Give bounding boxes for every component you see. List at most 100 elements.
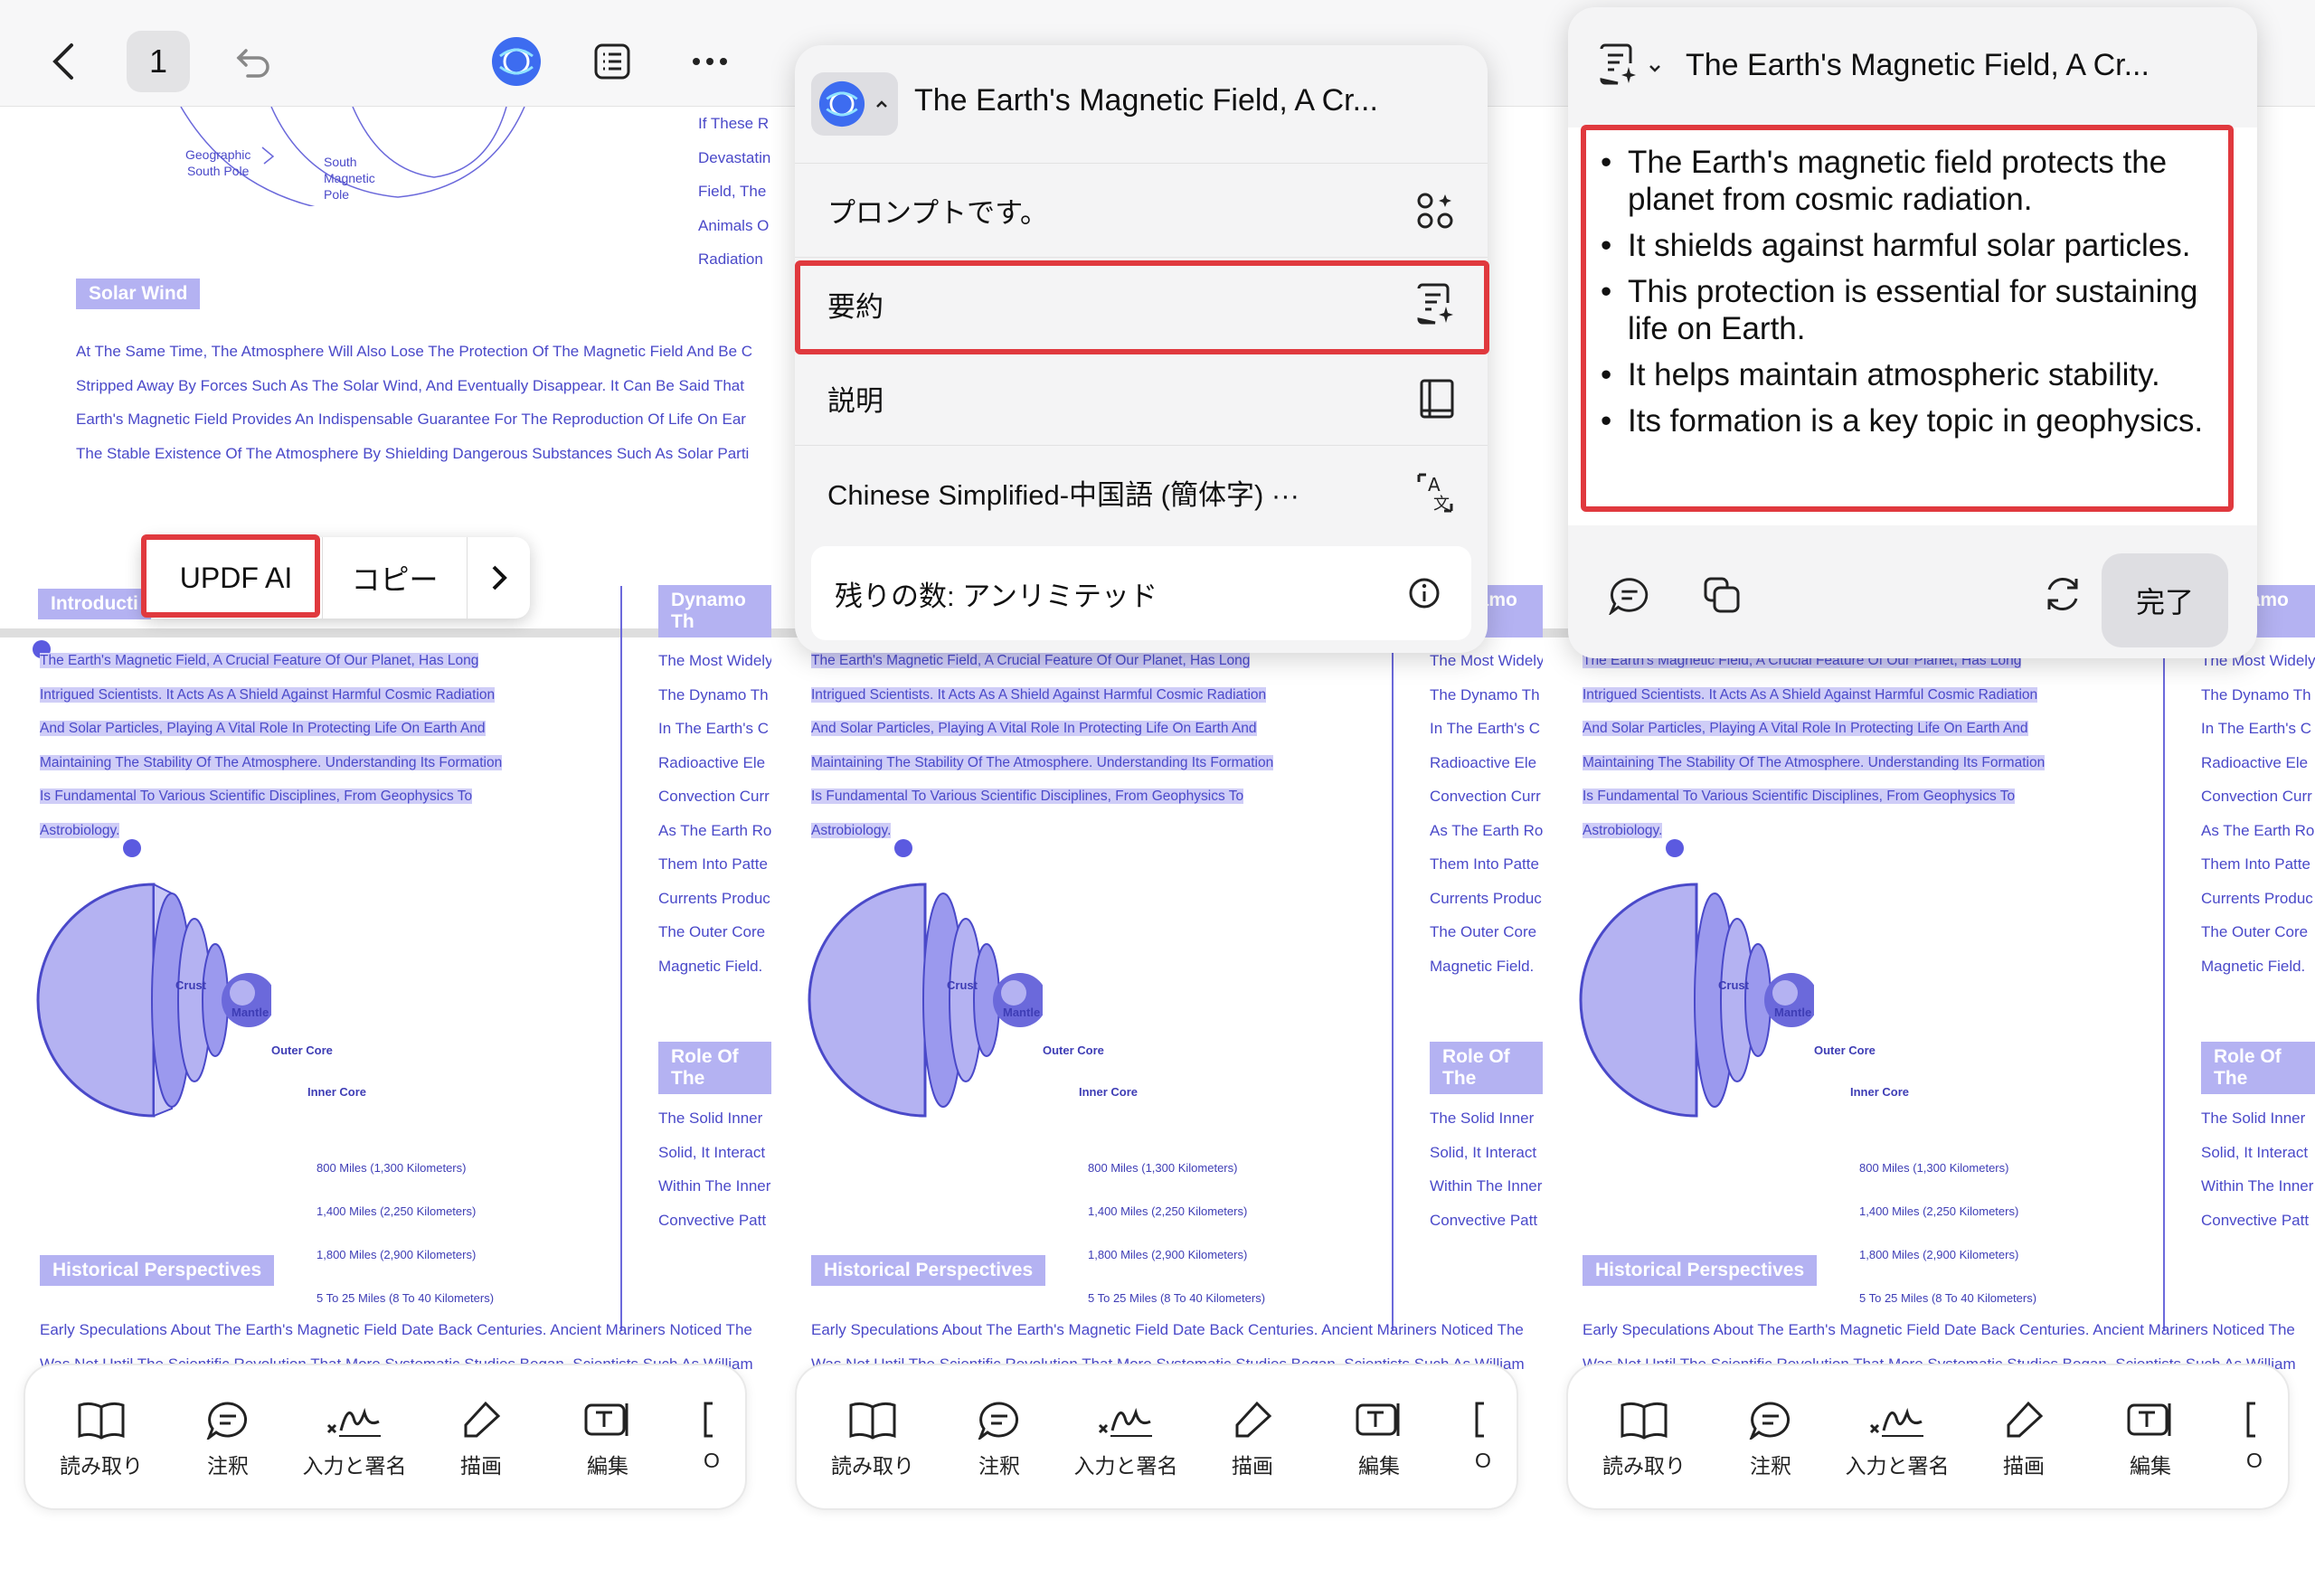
info-icon[interactable] (1408, 577, 1441, 609)
undo-icon[interactable] (226, 34, 280, 89)
tool-ocr[interactable]: O (680, 1400, 743, 1473)
tool-draw[interactable]: 描画 (1970, 1400, 2078, 1479)
summary-icon[interactable] (1597, 43, 1639, 87)
outer-core-label: Outer Core (1814, 1044, 1876, 1057)
tool-annotate[interactable]: 注釈 (945, 1400, 1054, 1479)
page-divider (0, 628, 773, 637)
tool-read[interactable]: 読み取り (818, 1400, 927, 1479)
inner-core-label: Inner Core (1079, 1085, 1139, 1099)
tool-draw[interactable]: 描画 (427, 1400, 535, 1479)
tool-ocr[interactable]: O (2223, 1400, 2286, 1473)
pen-icon (1235, 1401, 1272, 1438)
menu-item-translate[interactable]: Chinese Simplified-中国語 (簡体字) ··· A文 (795, 445, 1488, 539)
mantle-label: Mantle (1003, 1006, 1041, 1019)
menu-item-explain[interactable]: 説明 (795, 351, 1488, 445)
distance-labels: 800 Miles (1,300 Kilometers) 1,400 Miles … (1859, 1161, 2037, 1305)
menu-item-label: プロンプトです。 (827, 197, 1048, 229)
comment-icon[interactable] (1608, 575, 1651, 615)
mantle-label: Mantle (232, 1006, 269, 1019)
dynamo-paragraph: The Most Widely The Dynamo Th In The Earth… (658, 652, 773, 975)
menu-item-prompt[interactable]: プロンプトです。 (795, 163, 1488, 257)
tool-annotate[interactable]: 注釈 (174, 1400, 282, 1479)
selection-handle-end[interactable] (123, 839, 141, 857)
ocr-icon (1475, 1402, 1484, 1438)
summary-actions: 完了 (1568, 532, 2257, 658)
solar-wind-label: Solar Wind (76, 279, 201, 309)
comment-icon (978, 1402, 1019, 1440)
south-magnetic-pole-label: South Magnetic Pole (324, 155, 375, 202)
tool-edit[interactable]: 編集 (553, 1400, 662, 1479)
edit-text-icon (2127, 1403, 2171, 1436)
tool-fill-sign[interactable]: 入力と署名 (1843, 1400, 1951, 1479)
tool-read[interactable]: 読み取り (47, 1400, 156, 1479)
introduction-paragraph: The Earth's Magnetic Field, A Crucial Fe… (40, 653, 503, 838)
top-toolbar: 1 (0, 0, 773, 107)
right-column-top: If These R Devastatin Field, The Animals OR… (698, 115, 771, 268)
outline-icon[interactable] (585, 34, 639, 89)
distance-labels: 800 Miles (1,300 Kilometers) 1,400 Miles … (1088, 1161, 1266, 1305)
role-label: Role Of The (658, 1042, 773, 1094)
book-open-icon (849, 1402, 896, 1440)
tool-edit[interactable]: 編集 (2096, 1400, 2205, 1479)
introduction-paragraph: The Earth's Magnetic Field, A Crucial Fe… (811, 653, 1274, 838)
pen-icon (2007, 1401, 2044, 1438)
tool-fill-sign[interactable]: 入力と署名 (300, 1400, 409, 1479)
bottom-toolbar: 読み取り 注釈 入力と署名 描画 編集 O (795, 1364, 1518, 1510)
updf-ai-icon[interactable] (489, 34, 543, 89)
screen-2: The Earth's Magnetic Field, A Crucial Fe… (771, 0, 1545, 1528)
signature-icon (1098, 1407, 1152, 1437)
more-icon[interactable] (683, 34, 737, 89)
role-paragraph: The Solid Inner Solid, It Interact Within … (658, 1110, 771, 1229)
ai-mode-dropdown[interactable] (811, 72, 898, 136)
back-icon[interactable] (36, 34, 90, 89)
comment-icon (1749, 1402, 1791, 1440)
summary-title: The Earth's Magnetic Field, A Cr... (1686, 48, 2150, 82)
highlight-outline (795, 260, 1489, 354)
copy-icon[interactable] (1702, 575, 1742, 615)
tool-edit[interactable]: 編集 (1325, 1400, 1433, 1479)
crust-label: Crust (175, 978, 206, 992)
column-rule (1392, 586, 1394, 1331)
more-chevron-icon[interactable] (467, 537, 530, 619)
selection-handle-end[interactable] (1666, 839, 1684, 857)
mantle-label: Mantle (1774, 1006, 1812, 1019)
highlight-outline (1581, 125, 2234, 512)
copy-button[interactable]: コピー (322, 537, 467, 619)
geographic-south-pole-label: Geographic South Pole (185, 147, 251, 178)
signature-icon (326, 1407, 381, 1437)
tool-read[interactable]: 読み取り (1590, 1400, 1698, 1479)
page-number-button[interactable]: 1 (127, 31, 190, 92)
prompt-grid-icon (1417, 193, 1453, 228)
done-button[interactable]: 完了 (2102, 553, 2228, 647)
ai-menu-header: The Earth's Magnetic Field, A Cr... (795, 45, 1488, 163)
introduction-label: Introducti (38, 589, 151, 619)
inner-core-label: Inner Core (1850, 1085, 1910, 1099)
bottom-toolbar: 読み取り 注釈 入力と署名 描画 編集 O (1566, 1364, 2290, 1510)
column-rule (2163, 586, 2165, 1331)
tool-annotate[interactable]: 注釈 (1716, 1400, 1825, 1479)
remaining-count-label: 残りの数: アンリミテッド (835, 580, 1158, 612)
screen-1: 1 Geographic South Pole South Magnetic P… (0, 0, 773, 1528)
book-open-icon (78, 1402, 125, 1440)
tool-fill-sign[interactable]: 入力と署名 (1072, 1400, 1180, 1479)
column-rule (620, 586, 622, 1331)
edit-text-icon (584, 1403, 628, 1436)
inner-core-label: Inner Core (307, 1085, 367, 1099)
regenerate-icon[interactable] (2042, 573, 2084, 615)
crust-label: Crust (947, 978, 978, 992)
svg-text:A: A (1428, 474, 1441, 496)
outer-core-label: Outer Core (271, 1044, 333, 1057)
selection-handle-end[interactable] (894, 839, 912, 857)
tool-draw[interactable]: 描画 (1198, 1400, 1307, 1479)
historical-label: Historical Perspectives (40, 1255, 275, 1286)
tool-ocr[interactable]: O (1451, 1400, 1515, 1473)
role-label: Role Of The (2201, 1042, 2315, 1094)
book-open-icon (1620, 1402, 1668, 1440)
distance-labels: 800 Miles (1,300 Kilometers) 1,400 Miles … (317, 1161, 495, 1305)
introduction-paragraph: The Earth's Magnetic Field, A Crucial Fe… (1583, 653, 2046, 838)
menu-item-label: Chinese Simplified-中国語 (簡体字) ··· (827, 479, 1299, 511)
role-paragraph: The Solid Inner Solid, It Interact Within … (2201, 1110, 2314, 1229)
chevron-down-icon[interactable] (1648, 63, 1662, 74)
book-icon (1420, 379, 1454, 418)
ocr-icon (2246, 1402, 2255, 1438)
